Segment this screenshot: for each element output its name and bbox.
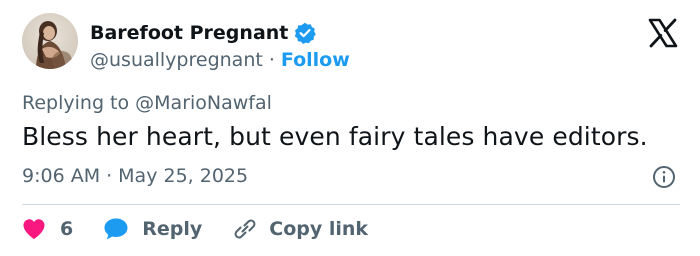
reply-button[interactable]: Reply: [103, 217, 202, 241]
tweet-card: Barefoot Pregnant @usuallypregnant · Fol…: [0, 0, 700, 256]
divider: [22, 204, 680, 205]
meta-separator: ·: [106, 165, 113, 187]
link-icon: [234, 219, 256, 239]
tweet-text: Bless her heart, but even fairy tales ha…: [22, 122, 648, 151]
verified-badge-icon: [295, 22, 317, 44]
tweet-time[interactable]: 9:06 AM: [22, 165, 100, 187]
copy-link-label: Copy link: [269, 218, 369, 240]
heart-icon: [23, 219, 45, 239]
copy-link-button[interactable]: Copy link: [232, 216, 368, 242]
reply-label: Reply: [142, 218, 203, 240]
handle-row: @usuallypregnant · Follow: [90, 47, 350, 73]
author-name[interactable]: Barefoot Pregnant: [90, 22, 288, 44]
tweet-date[interactable]: May 25, 2025: [118, 165, 248, 187]
info-icon[interactable]: [652, 165, 676, 189]
author-name-row: Barefoot Pregnant: [90, 20, 317, 46]
x-logo-icon[interactable]: [648, 18, 678, 48]
follow-button[interactable]: Follow: [281, 49, 350, 71]
tweet-meta: 9:06 AM · May 25, 2025: [22, 165, 248, 187]
like-count: 6: [60, 218, 74, 240]
tweet-actions: 6 Reply Copy link: [22, 215, 368, 243]
handle-separator: ·: [268, 49, 275, 71]
avatar-photo: [22, 13, 78, 69]
like-button[interactable]: 6: [22, 218, 73, 240]
replying-to[interactable]: Replying to @MarioNawfal: [22, 92, 272, 114]
author-handle[interactable]: @usuallypregnant: [90, 49, 263, 71]
reply-bubble-icon: [104, 218, 128, 240]
avatar[interactable]: [22, 13, 78, 69]
